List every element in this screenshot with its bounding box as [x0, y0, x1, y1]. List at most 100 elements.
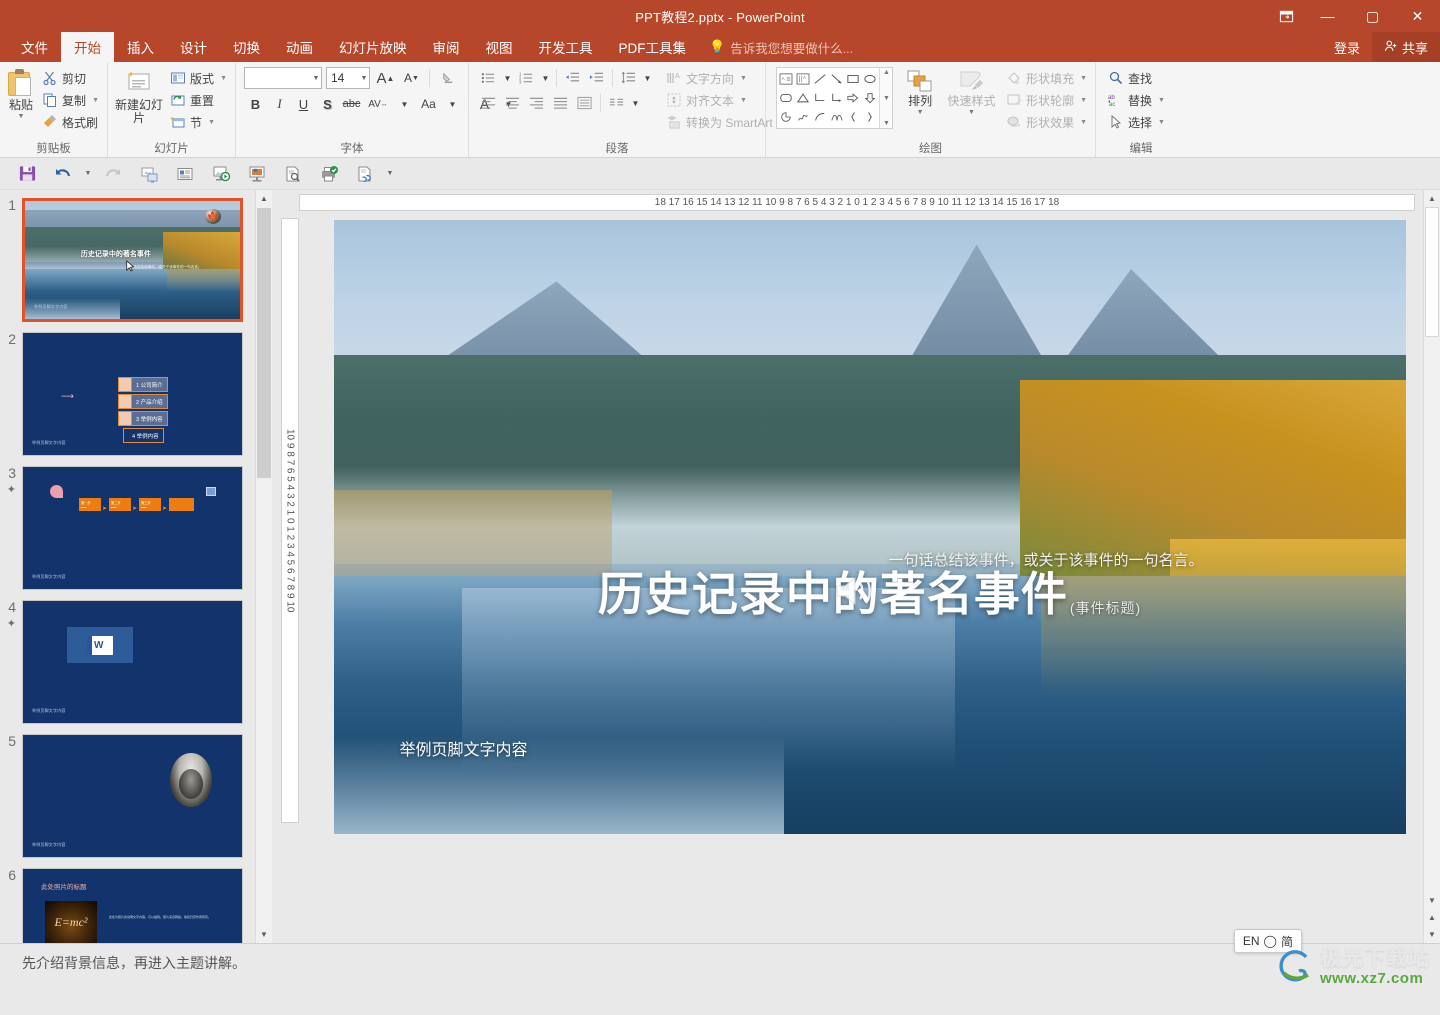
shapes-more-icon[interactable]: ▼	[883, 120, 890, 127]
thumbnail-slide-3[interactable]: 第一步 ▬▬ ➤ 第二步 ▬▬ ➤ 第三步 ▬▬ ➤ 举例页脚文字内容	[22, 466, 243, 590]
start-presentation-icon[interactable]	[132, 161, 166, 187]
maximize-button[interactable]: ▢	[1350, 0, 1395, 32]
shape-down-arrow-icon[interactable]	[862, 88, 879, 107]
minimize-button[interactable]: —	[1305, 0, 1350, 32]
shape-left-brace-icon[interactable]	[845, 108, 862, 127]
section-button[interactable]: 节 ▼	[166, 111, 231, 133]
undo-icon[interactable]	[46, 161, 80, 187]
distributed-button[interactable]	[573, 92, 596, 114]
tab-transitions[interactable]: 切换	[220, 32, 273, 62]
shape-arrow-icon[interactable]	[828, 69, 845, 88]
tab-design[interactable]: 设计	[167, 32, 220, 62]
thumbnail-item[interactable]: 1 🍁 历史记录中的著名事件 一句话总结该事件，或关于该事件的一句名言。 举例页…	[0, 198, 272, 322]
character-spacing-button[interactable]: AV ↔	[364, 93, 392, 115]
shape-elbow-connector-icon[interactable]	[811, 88, 828, 107]
increase-indent-button[interactable]	[585, 67, 608, 89]
vertical-ruler[interactable]: 10 9 8 7 6 5 4 3 2 1 0 1 2 3 4 5 6 7 8 9…	[281, 218, 299, 823]
numbering-caret-icon[interactable]: ▼	[539, 67, 552, 89]
previous-slide-icon[interactable]: ▲	[1424, 909, 1440, 926]
shape-pie-icon[interactable]	[778, 108, 795, 127]
undo-dropdown-icon[interactable]: ▼	[82, 170, 94, 177]
tab-slideshow[interactable]: 幻灯片放映	[326, 32, 420, 62]
font-name-dropdown-icon[interactable]: ▼	[309, 68, 323, 88]
paste-button[interactable]: 粘贴 ▼	[4, 67, 38, 122]
slideshow-current-icon[interactable]	[240, 161, 274, 187]
layout-button[interactable]: 版式 ▼	[166, 67, 231, 89]
change-case-caret-icon[interactable]: ▼	[441, 93, 464, 115]
increase-font-size-button[interactable]: A ▲	[374, 67, 397, 89]
tab-developer[interactable]: 开发工具	[526, 32, 606, 62]
print-check-icon[interactable]	[312, 161, 346, 187]
ime-indicator[interactable]: EN ◯ 简	[1233, 929, 1302, 953]
thumbnail-slide-6[interactable]: 此处照片的标题 E=mc² 此处为照片的说明文字内容，可以编辑。照片来自网络，版…	[22, 868, 243, 943]
scroll-down-icon[interactable]: ▼	[256, 926, 272, 943]
speaker-audio-icon[interactable]	[833, 571, 879, 611]
slideshow-from-beginning-icon[interactable]	[204, 161, 238, 187]
find-button[interactable]: 查找	[1104, 67, 1169, 89]
print-preview-icon[interactable]	[276, 161, 310, 187]
thumbnail-slide-2[interactable]: 1 公司简介 2 产品介绍 3 举例内容 4 举例内容 ⟶ 举例页脚文字内容	[22, 332, 243, 456]
bullets-caret-icon[interactable]: ▼	[501, 67, 514, 89]
tab-view[interactable]: 视图	[473, 32, 526, 62]
shape-vertical-textbox-icon[interactable]: A	[795, 69, 812, 88]
align-center-button[interactable]	[501, 92, 524, 114]
line-spacing-button[interactable]	[617, 67, 640, 89]
thumbnail-slide-5[interactable]: 举例页脚文字内容	[22, 734, 243, 858]
shapes-gallery-scrollbar[interactable]: ▲ ▼ ▼	[879, 68, 893, 128]
tab-pdf-tools[interactable]: PDF工具集	[606, 32, 700, 62]
editor-vertical-scrollbar[interactable]: ▲ ▼ ▲ ▼	[1423, 190, 1440, 943]
redo-icon[interactable]	[96, 161, 130, 187]
new-slide-button[interactable]: 新建幻灯片	[112, 67, 166, 127]
shapes-gallery[interactable]: A A ▲ ▼ ▼	[776, 67, 894, 129]
underline-button[interactable]: U	[292, 93, 315, 115]
shape-right-brace-icon[interactable]	[862, 108, 879, 127]
shape-effects-button[interactable]: 形状效果 ▼	[1002, 111, 1091, 133]
quick-styles-button[interactable]: 快速样式 ▼	[947, 67, 996, 118]
shape-ellipse-icon[interactable]	[862, 69, 879, 88]
scroll-up-icon[interactable]: ▲	[1424, 190, 1440, 207]
scroll-down-icon[interactable]: ▼	[1424, 892, 1440, 909]
horizontal-ruler[interactable]: 18 17 16 15 14 13 12 11 10 9 8 7 6 5 4 3…	[299, 193, 1415, 211]
replace-button[interactable]: ab ac 替换 ▼	[1104, 89, 1169, 111]
decrease-font-size-button[interactable]: A ▼	[400, 67, 423, 89]
change-case-button[interactable]: Aa	[417, 93, 440, 115]
shape-triangle-icon[interactable]	[795, 88, 812, 107]
slide-subtitle-placeholder[interactable]: 一句话总结该事件，或关于该事件的一句名言。	[888, 549, 1203, 570]
shape-textbox-icon[interactable]: A	[778, 69, 795, 88]
scroll-down-icon[interactable]: ▼	[883, 95, 890, 102]
text-shadow-button[interactable]: S	[316, 93, 339, 115]
justify-button[interactable]	[549, 92, 572, 114]
thumbnail-slide-4[interactable]: W 举例页脚文字内容	[22, 600, 243, 724]
slide-canvas[interactable]: 🍁 历史记录中的著名事件 (事件标题)	[333, 220, 1406, 834]
tell-me-search[interactable]: 💡 告诉我您想要做什么...	[699, 32, 863, 62]
next-slide-icon[interactable]: ▼	[1424, 926, 1440, 943]
hyperlink-page-icon[interactable]	[348, 161, 382, 187]
thumbnail-slide-1[interactable]: 🍁 历史记录中的著名事件 一句话总结该事件，或关于该事件的一句名言。 举例页脚文…	[22, 198, 243, 322]
notes-text[interactable]: 先介绍背景信息，再进入主题讲解。	[22, 953, 1440, 973]
thumbnail-item[interactable]: 5 举例页脚文字内容	[0, 734, 272, 858]
scroll-up-icon[interactable]: ▲	[883, 69, 890, 76]
decrease-indent-button[interactable]	[561, 67, 584, 89]
scrollbar-thumb[interactable]	[257, 208, 271, 478]
reset-button[interactable]: 重置	[166, 89, 231, 111]
tab-animations[interactable]: 动画	[273, 32, 326, 62]
customize-qat-icon[interactable]: ▼	[384, 170, 396, 177]
bold-button[interactable]: B	[244, 93, 267, 115]
sign-in-button[interactable]: 登录	[1322, 32, 1372, 62]
ribbon-display-options-icon[interactable]	[1267, 0, 1305, 32]
shape-curve-icon[interactable]	[828, 108, 845, 127]
copy-button[interactable]: 复制 ▼	[38, 89, 103, 111]
thumbnail-item[interactable]: 6 此处照片的标题 E=mc² 此处为照片的说明文字内容，可以编辑。照片来自网络…	[0, 868, 272, 943]
strikethrough-button[interactable]: abc	[340, 93, 363, 115]
save-icon[interactable]	[10, 161, 44, 187]
tab-insert[interactable]: 插入	[114, 32, 167, 62]
shape-elbow-arrow-icon[interactable]	[828, 88, 845, 107]
thumbnail-scrollbar[interactable]: ▲ ▼	[255, 190, 272, 943]
scroll-up-icon[interactable]: ▲	[256, 190, 272, 207]
shape-freeform-icon[interactable]	[795, 108, 812, 127]
clear-formatting-button[interactable]	[436, 67, 459, 89]
numbering-button[interactable]: 123	[515, 67, 538, 89]
columns-button[interactable]	[605, 92, 628, 114]
bullets-button[interactable]	[477, 67, 500, 89]
line-spacing-caret-icon[interactable]: ▼	[641, 67, 654, 89]
